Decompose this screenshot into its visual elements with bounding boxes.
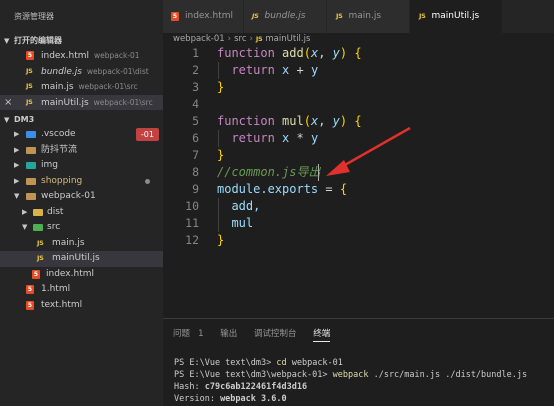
- terminal-line: PS E:\Vue text\dm3> cd webpack-01: [174, 358, 343, 368]
- terminal-line: Hash: c79c6ab122461f4d3d16: [174, 382, 308, 392]
- tab-terminal[interactable]: 终端: [313, 327, 331, 342]
- tab-problems[interactable]: 问题 1: [173, 327, 204, 341]
- terminal-output[interactable]: PS E:\Vue text\dm3> cd webpack-01 PS E:\…: [174, 357, 527, 405]
- terminal-line: Version: webpack 3.6.0: [174, 394, 287, 404]
- problems-count: 1: [198, 329, 204, 339]
- tab-output[interactable]: 输出: [220, 327, 237, 341]
- tab-debug-console[interactable]: 调试控制台: [254, 327, 297, 341]
- bottom-panel: 问题 1 输出 调试控制台 终端 PS E:\Vue text\dm3> cd …: [163, 318, 554, 406]
- panel-tabs: 问题 1 输出 调试控制台 终端: [173, 327, 344, 342]
- terminal-line: PS E:\Vue text\dm3\webpack-01> webpack .…: [174, 370, 528, 380]
